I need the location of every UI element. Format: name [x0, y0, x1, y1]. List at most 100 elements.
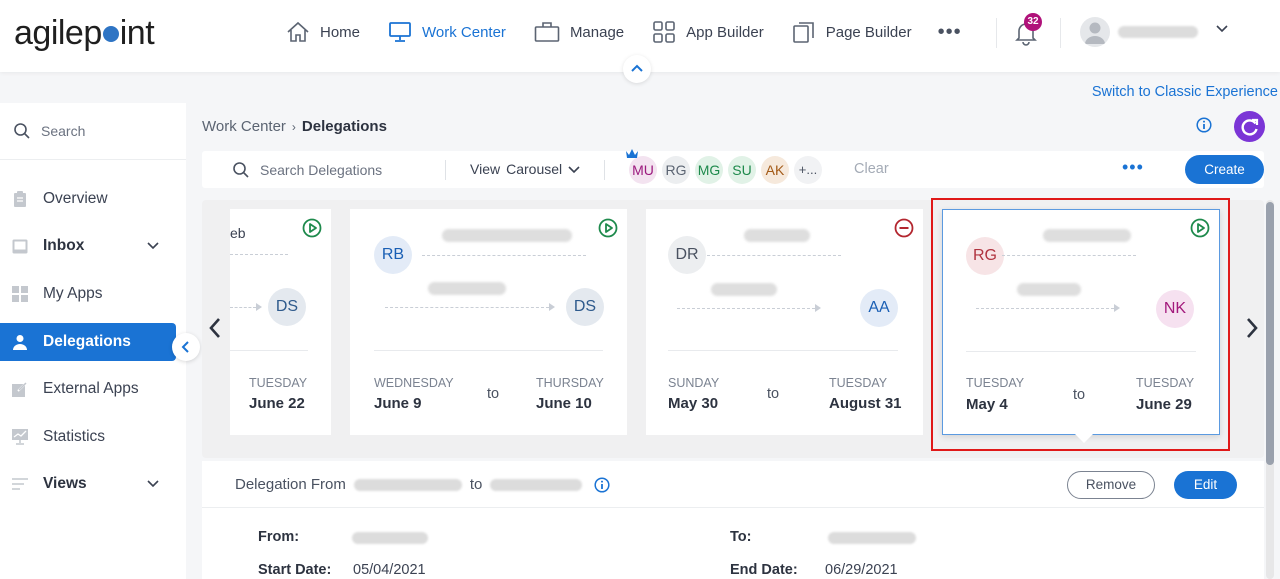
- delegation-card[interactable]: DR AA SUNDAY May 30 to TUESDAY August 31: [646, 209, 923, 435]
- delegation-detail-panel: Delegation From to Remove Edit From: Sta…: [202, 461, 1264, 579]
- detail-header: Delegation From to Remove Edit: [202, 461, 1264, 508]
- to-label: to: [767, 386, 780, 402]
- nav-app-builder[interactable]: App Builder: [652, 21, 764, 43]
- switch-classic-link[interactable]: Switch to Classic Experience: [1092, 84, 1278, 100]
- from-value-redacted: [352, 532, 428, 544]
- person-icon: [11, 333, 29, 351]
- scrollbar-thumb[interactable]: [1266, 202, 1274, 465]
- create-button[interactable]: Create: [1185, 155, 1264, 184]
- user-filter-avatar[interactable]: SU: [728, 156, 756, 184]
- start-date-label: Start Date:: [258, 562, 332, 578]
- sidebar-collapse-button[interactable]: [172, 333, 200, 361]
- user-filter-avatar[interactable]: +...: [794, 156, 822, 184]
- user-filter-avatar[interactable]: MG: [695, 156, 723, 184]
- user-filter-avatar[interactable]: MU: [626, 149, 657, 184]
- refresh-button[interactable]: [1234, 111, 1265, 142]
- sidebar-item-label: Overview: [43, 190, 108, 207]
- breadcrumb-parent[interactable]: Work Center: [202, 118, 286, 135]
- clipboard-icon: [11, 190, 29, 208]
- divider: [996, 18, 997, 48]
- sidebar-search[interactable]: Search: [0, 103, 186, 160]
- agilepoint-logo[interactable]: agilep int: [14, 14, 155, 53]
- edit-button[interactable]: Edit: [1174, 471, 1237, 499]
- end-date: June 10: [536, 395, 592, 412]
- search-placeholder: Search Delegations: [260, 162, 383, 178]
- more-options-button[interactable]: •••: [1122, 157, 1144, 178]
- delegation-card-selected[interactable]: RG NK TUESDAY May 4 to TUESDAY June 29: [942, 209, 1220, 443]
- chevron-down-icon[interactable]: [146, 239, 160, 253]
- apps-grid-icon: [11, 285, 29, 303]
- sidebar-item-views[interactable]: Views: [0, 465, 176, 503]
- sidebar-item-external-apps[interactable]: External Apps: [0, 370, 176, 408]
- connector-line: [976, 308, 1114, 309]
- nav-manage-label: Manage: [569, 23, 625, 41]
- nav-work-center-label: Work Center: [422, 23, 506, 41]
- user-filter-avatar[interactable]: AK: [761, 156, 789, 184]
- view-selector[interactable]: View Carousel: [470, 161, 580, 177]
- nav-page-builder[interactable]: Page Builder: [792, 20, 912, 44]
- connector-line: [677, 308, 815, 309]
- breadcrumb-separator: ›: [291, 120, 296, 134]
- to-name-redacted: [490, 478, 583, 491]
- avatar-initials: DR: [675, 246, 699, 263]
- info-icon[interactable]: [1196, 117, 1212, 133]
- sidebar-item-delegations[interactable]: Delegations: [0, 323, 176, 361]
- sidebar-item-overview[interactable]: Overview: [0, 180, 176, 218]
- nav-app-builder-label: App Builder: [686, 23, 764, 41]
- pages-icon: [792, 22, 814, 43]
- nav-page-builder-label: Page Builder: [825, 23, 912, 41]
- page-scrollbar[interactable]: [1266, 200, 1274, 579]
- carousel-prev-button[interactable]: [208, 317, 222, 339]
- home-icon: [287, 21, 309, 42]
- selection-pointer: [1075, 434, 1093, 443]
- arrow-icon: [815, 304, 821, 312]
- connector-line: [385, 307, 549, 308]
- user-name-redacted: [1118, 26, 1198, 38]
- from-avatar: RB: [374, 236, 412, 274]
- delegation-card[interactable]: eb DS TUESDAY June 22: [230, 209, 331, 435]
- nav-work-center[interactable]: Work Center: [388, 21, 506, 43]
- detail-title-to: to: [469, 476, 483, 493]
- end-day: THURSDAY: [536, 376, 604, 390]
- collapse-header-button[interactable]: [623, 55, 651, 83]
- chevron-down-icon[interactable]: [1215, 22, 1229, 36]
- divider: [966, 351, 1196, 352]
- carousel-next-button[interactable]: [1245, 317, 1259, 339]
- list-lines-icon: [11, 475, 29, 493]
- avatar-initials: MG: [697, 162, 721, 178]
- connector-line: [230, 307, 256, 308]
- from-avatar: DR: [668, 236, 706, 274]
- nav-home[interactable]: Home: [286, 21, 360, 43]
- remove-button[interactable]: Remove: [1067, 471, 1155, 499]
- info-icon[interactable]: [594, 476, 610, 493]
- user-avatar[interactable]: [1080, 17, 1110, 47]
- main-nav: Home Work Center Manage App Builder Page…: [286, 20, 962, 44]
- search-delegations-input[interactable]: Search Delegations: [232, 161, 382, 179]
- user-filter-avatar[interactable]: RG: [662, 156, 690, 184]
- to-avatar: DS: [566, 288, 604, 326]
- from-name-fragment: eb: [230, 225, 246, 241]
- view-value: Carousel: [506, 161, 563, 177]
- delegation-card[interactable]: RB DS WEDNESDAY June 9 to THURSDAY June …: [350, 209, 627, 435]
- divider: [230, 350, 308, 351]
- sidebar: Search Overview Inbox My Apps Delegation…: [0, 103, 186, 579]
- inactive-status-icon: [894, 218, 914, 238]
- sidebar-item-statistics[interactable]: Statistics: [0, 418, 176, 456]
- nav-more-button[interactable]: •••: [938, 21, 962, 44]
- connector-line: [230, 254, 288, 255]
- sidebar-item-inbox[interactable]: Inbox: [0, 227, 176, 265]
- active-status-icon: [598, 218, 618, 238]
- divider: [604, 160, 605, 180]
- active-status-icon: [302, 218, 322, 238]
- grid-icon: [653, 21, 675, 43]
- chevron-down-icon[interactable]: [146, 477, 160, 491]
- nav-manage[interactable]: Manage: [534, 21, 624, 43]
- sidebar-item-my-apps[interactable]: My Apps: [0, 275, 176, 313]
- chevron-down-icon: [568, 166, 580, 174]
- view-label: View: [470, 161, 501, 177]
- clear-filter-button[interactable]: Clear: [854, 161, 889, 177]
- user-filter-avatars: MU RG MG SU AK +...: [626, 149, 827, 184]
- from-name-redacted: [744, 229, 810, 242]
- avatar-initials: SU: [732, 162, 752, 178]
- sidebar-search-placeholder: Search: [41, 123, 86, 139]
